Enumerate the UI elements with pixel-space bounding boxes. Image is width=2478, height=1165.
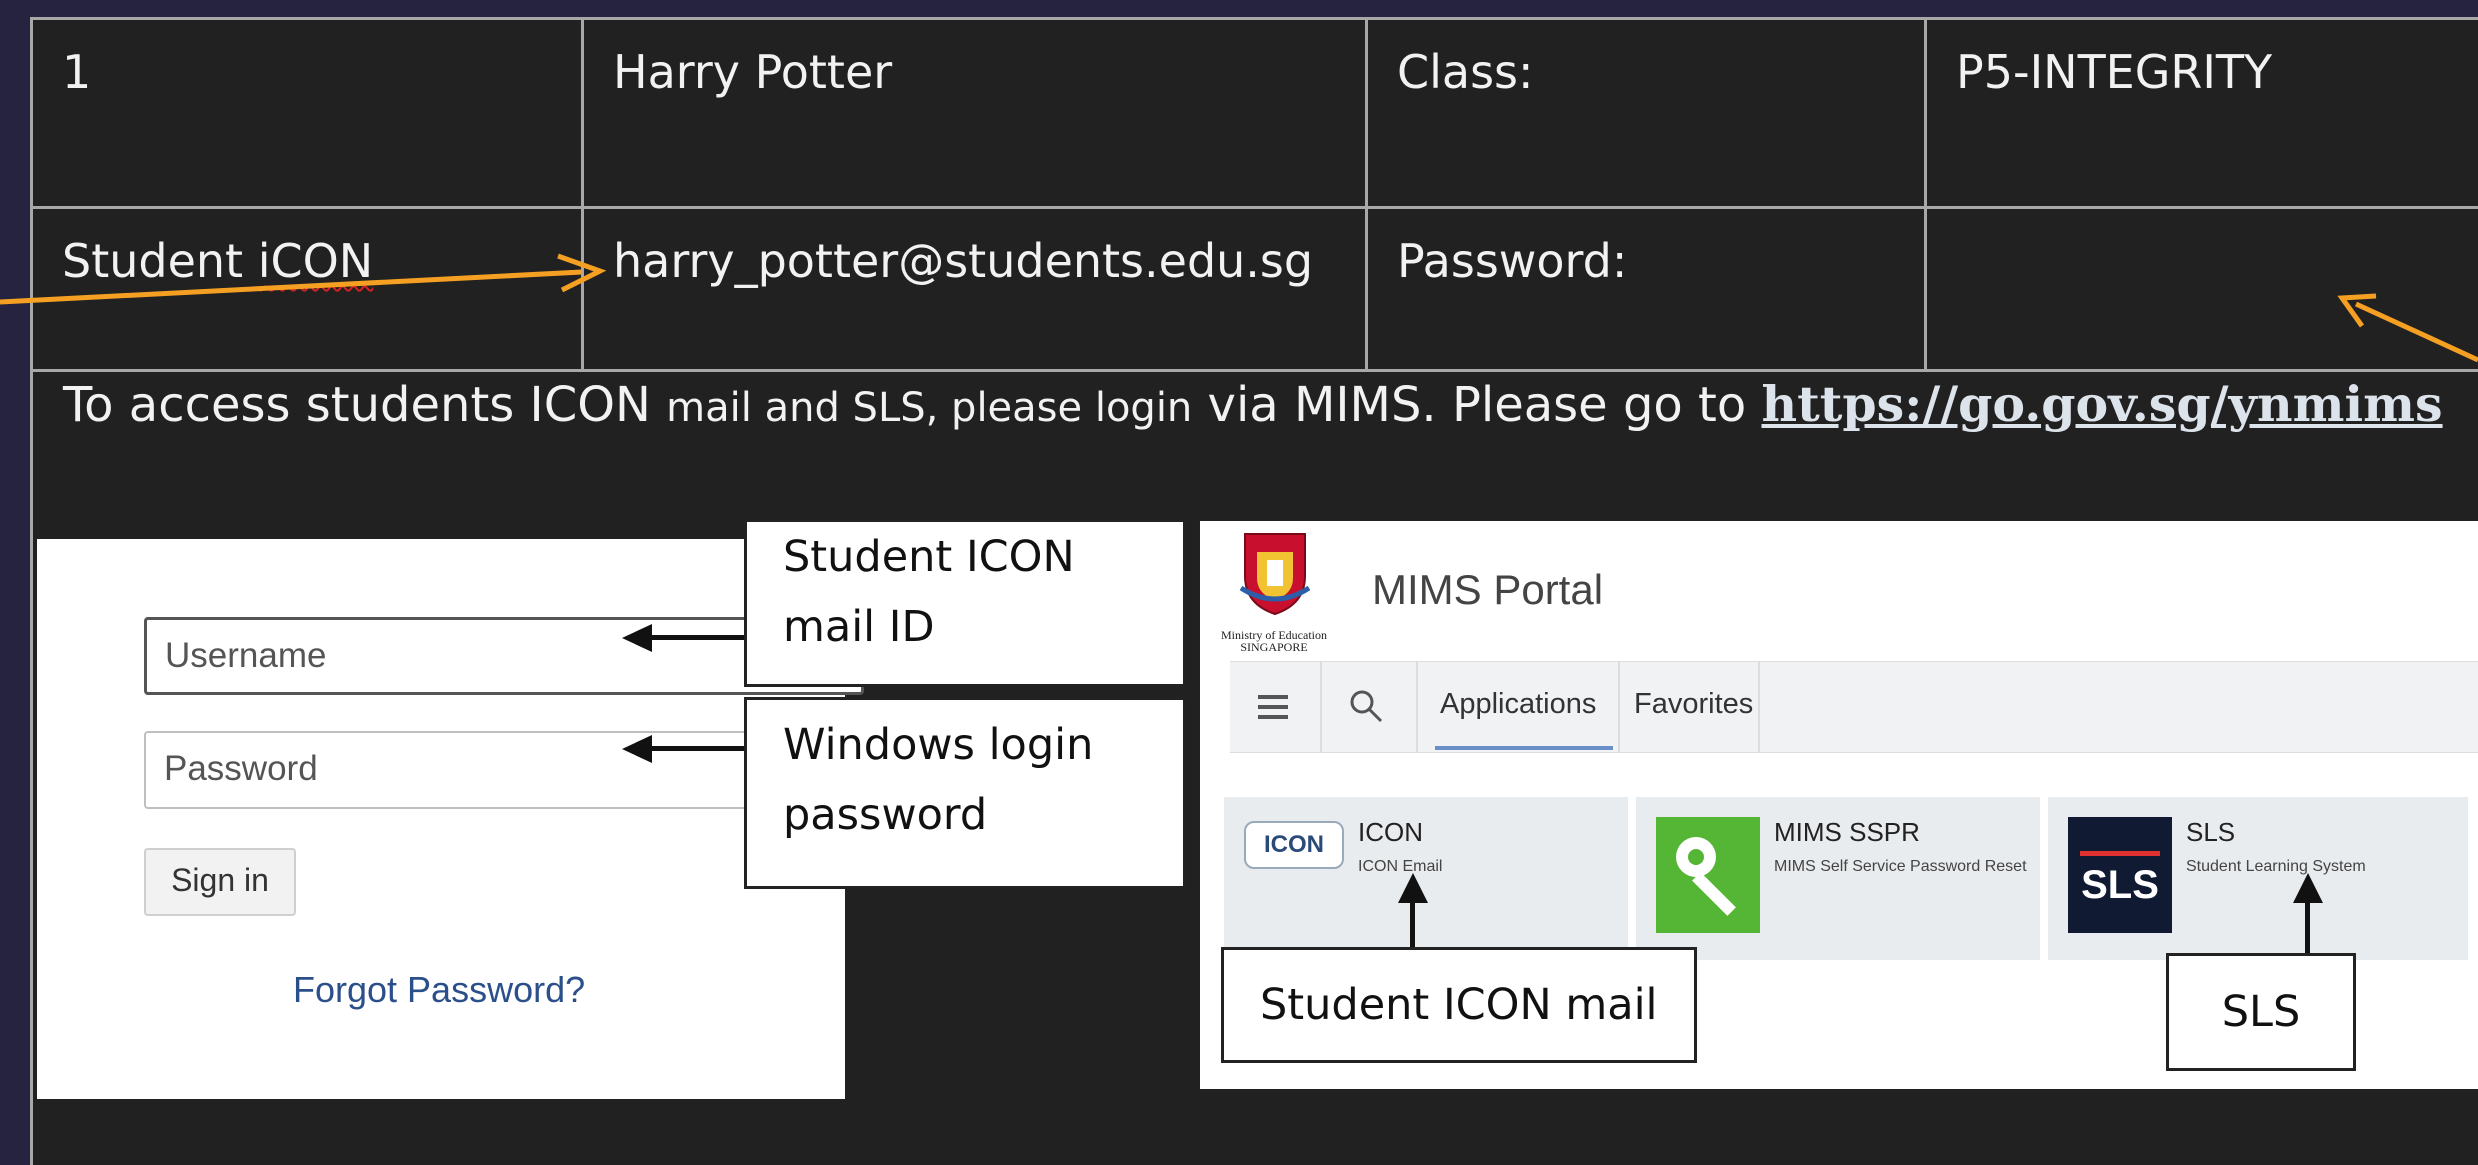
- orange-arrow-line: [0, 269, 583, 305]
- orange-arrow-line: [2354, 301, 2478, 363]
- annotation-arrows: [0, 253, 2478, 363]
